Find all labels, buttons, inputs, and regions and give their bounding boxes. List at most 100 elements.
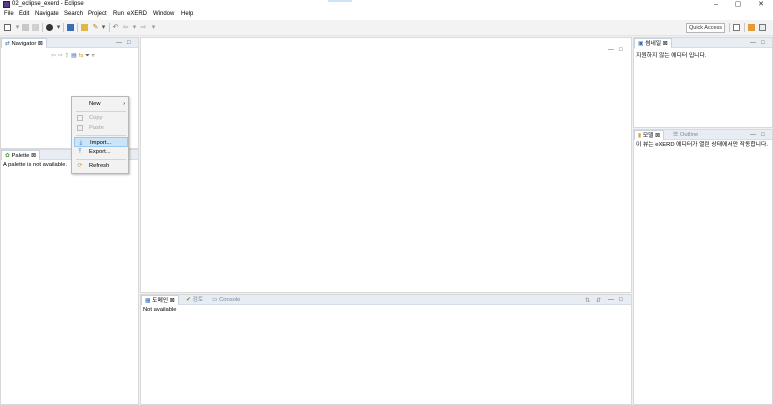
minimize-icon[interactable]: — — [608, 47, 614, 53]
toolbar-separator — [63, 23, 64, 32]
maximize-icon[interactable]: □ — [619, 297, 623, 303]
back-arrow-icon[interactable]: ⇦ — [122, 24, 129, 31]
tab-model[interactable]: ▮ 모델 ⊠ — [634, 130, 664, 140]
menu-window[interactable]: Window — [153, 11, 174, 17]
open-folder-icon[interactable] — [81, 24, 88, 31]
maximize-icon[interactable]: □ — [619, 47, 623, 53]
palette-icon: ✿ — [5, 153, 10, 159]
tab-navigator[interactable]: ⇄ Navigator ⊠ — [1, 38, 47, 48]
tab-outline[interactable]: ☰ Outline — [670, 130, 701, 140]
tab-outline-label: Outline — [679, 132, 699, 138]
tab-review[interactable]: ✔ 검토 — [183, 295, 206, 305]
menu-help[interactable]: Help — [181, 11, 193, 17]
menu-item-export[interactable]: ⤒ Export... — [74, 147, 128, 157]
save-all-icon[interactable] — [32, 24, 39, 31]
refresh-icon: ⟳ — [77, 163, 83, 169]
new-icon[interactable] — [4, 24, 11, 31]
context-menu: New › Copy Paste ⤓ Import... ⤒ Export...… — [71, 96, 129, 174]
close-icon[interactable]: ⊠ — [31, 153, 36, 159]
exerd-perspective-icon[interactable] — [748, 24, 755, 31]
menu-edit[interactable]: Edit — [19, 11, 29, 17]
dropdown-icon[interactable]: ▾ — [14, 24, 21, 31]
close-button[interactable]: ✕ — [754, 0, 768, 10]
palette-message: A palette is not available. — [3, 162, 68, 168]
open-type-icon[interactable] — [67, 24, 74, 31]
menu-item-import[interactable]: ⤓ Import... — [74, 137, 128, 147]
forward-icon[interactable]: ⇨ — [58, 53, 63, 59]
minimize-icon[interactable]: — — [608, 297, 614, 303]
dropdown-icon[interactable]: ▾ — [100, 24, 107, 31]
maximize-icon[interactable]: □ — [761, 132, 765, 138]
close-icon[interactable]: ⊠ — [170, 298, 175, 304]
menu-item-export-label: Export... — [89, 149, 111, 155]
forward-arrow-icon[interactable]: ⇨ — [140, 24, 147, 31]
quick-access-field[interactable]: Quick Access — [686, 23, 725, 33]
maximize-icon[interactable]: □ — [127, 40, 131, 46]
thumbnail-tab-bar: ▣ 썸네일 ⊠ — □ — [634, 38, 772, 48]
link-editor-icon[interactable]: ⇆ — [78, 53, 83, 59]
add-domain-icon[interactable]: ⇅ — [585, 297, 590, 304]
minimize-icon[interactable]: — — [116, 40, 122, 46]
tab-domain[interactable]: ▦ 도메인 ⊠ — [141, 295, 179, 305]
up-icon[interactable]: ⇧ — [64, 53, 69, 59]
menu-file[interactable]: File — [4, 11, 14, 17]
menu-item-copy-label: Copy — [89, 115, 103, 121]
bottom-tab-bar: ▦ 도메인 ⊠ ✔ 검토 ▭ Console ⇅ ⇵ — □ — [141, 295, 631, 305]
tab-palette-label: Palette — [11, 153, 30, 159]
sort-domain-icon[interactable]: ⇵ — [596, 297, 601, 304]
tab-thumbnail[interactable]: ▣ 썸네일 ⊠ — [634, 38, 672, 48]
menu-item-refresh[interactable]: ⟳ Refresh — [74, 161, 128, 171]
menu-item-new[interactable]: New › — [74, 99, 128, 109]
tab-domain-label: 도메인 — [152, 298, 169, 304]
minimize-icon[interactable]: — — [750, 40, 756, 46]
menu-item-new-label: New — [89, 101, 101, 107]
main-toolbar: ▾ ▾ ✎ ▾ ↶ ⇦ ▾ ⇨ ▾ Quick Access — [0, 20, 773, 36]
dropdown-icon[interactable]: ▾ — [131, 24, 138, 31]
view-menu-icon[interactable]: ▿ — [92, 53, 95, 59]
palette-panel: ✿ Palette ⊠ A palette is not available. — [0, 149, 139, 405]
tab-console[interactable]: ▭ Console — [209, 295, 243, 305]
resource-perspective-icon[interactable] — [759, 24, 766, 31]
maximize-icon[interactable]: □ — [761, 40, 765, 46]
outline-icon: ☰ — [673, 132, 679, 138]
window-title: 02_eclipse_exerd - Eclipse — [12, 1, 84, 7]
menu-navigate[interactable]: Navigate — [35, 11, 59, 17]
editor-area[interactable]: — □ — [140, 37, 632, 293]
menu-item-copy[interactable]: Copy — [74, 113, 128, 123]
pencil-icon[interactable]: ✎ — [92, 24, 99, 31]
minimize-button[interactable]: – — [709, 0, 723, 10]
close-icon[interactable]: ⊠ — [655, 133, 660, 139]
open-perspective-icon[interactable] — [733, 24, 740, 31]
minimize-icon[interactable]: — — [750, 132, 756, 138]
menu-exerd[interactable]: eXERD — [127, 11, 147, 17]
menu-project[interactable]: Project — [88, 11, 107, 17]
dropdown-icon[interactable]: ▾ — [150, 24, 157, 31]
close-icon[interactable]: ⊠ — [38, 41, 43, 47]
menu-item-paste[interactable]: Paste — [74, 123, 128, 133]
submenu-arrow-icon: › — [123, 101, 125, 107]
menu-separator — [76, 135, 126, 136]
toolbar-separator — [42, 23, 43, 32]
tab-model-label: 모델 — [642, 133, 654, 139]
tab-palette[interactable]: ✿ Palette ⊠ — [1, 150, 41, 160]
maximize-button[interactable]: ▢ — [731, 0, 745, 10]
import-icon: ⤓ — [79, 140, 83, 146]
undo-icon[interactable]: ↶ — [112, 24, 119, 31]
navigator-icon: ⇄ — [5, 41, 10, 47]
menu-run[interactable]: Run — [113, 11, 124, 17]
menu-search[interactable]: Search — [64, 11, 83, 17]
debug-icon[interactable] — [46, 24, 53, 31]
close-icon[interactable]: ⊠ — [663, 41, 668, 47]
export-icon: ⤒ — [78, 149, 82, 155]
menu-separator — [76, 159, 126, 160]
domain-icon: ▦ — [145, 298, 151, 304]
save-icon[interactable] — [22, 24, 29, 31]
eclipse-app-icon — [3, 1, 10, 8]
back-icon[interactable]: ⇦ — [51, 53, 56, 59]
collapse-all-icon[interactable]: ▤ — [71, 53, 77, 59]
bottom-message: Not available — [143, 307, 177, 313]
filter-icon[interactable]: ⏷ — [85, 53, 90, 59]
dropdown-icon[interactable]: ▾ — [55, 24, 62, 31]
toolbar-separator — [77, 23, 78, 32]
copy-icon — [77, 115, 83, 121]
